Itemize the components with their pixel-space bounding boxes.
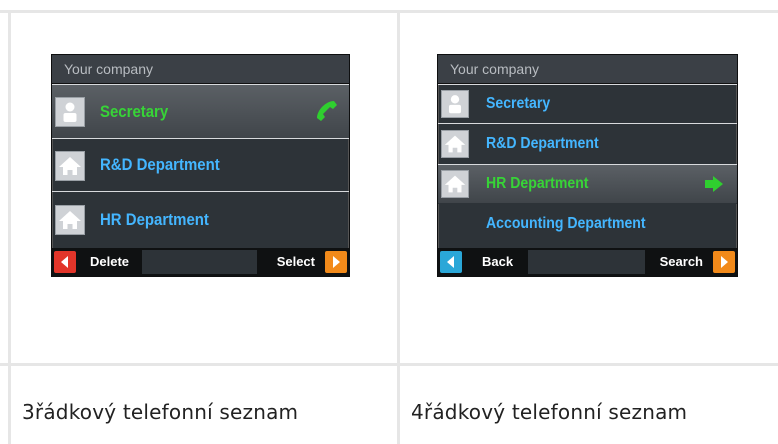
list-item-label: HR Department — [100, 209, 209, 229]
softkey-bar: Back Search — [438, 248, 737, 276]
list-item-label: R&D Department — [486, 135, 599, 152]
softkey-select[interactable]: Select — [277, 248, 315, 276]
list-item-label: R&D Department — [100, 155, 220, 174]
table-column-divider — [397, 10, 400, 444]
person-icon — [55, 97, 85, 127]
list-item-secretary[interactable]: Secretary — [52, 84, 349, 138]
phone-screen-4-line: Your company Secretary R&D Department HR… — [437, 54, 738, 277]
list-item-label: HR Department — [486, 175, 589, 192]
home-icon — [55, 151, 85, 181]
softkey-back[interactable]: Back — [482, 248, 513, 276]
caption-3-line-phonebook: 3řádkový telefonní seznam — [22, 400, 299, 424]
list-item-rd-department[interactable]: R&D Department — [52, 138, 349, 191]
caption-4-line-phonebook: 4řádkový telefonní seznam — [411, 400, 688, 424]
list-item-rd-department[interactable]: R&D Department — [438, 123, 737, 164]
table-border-left — [8, 10, 11, 444]
list-item-accounting-department[interactable]: Accounting Department — [438, 203, 737, 244]
list-item-secretary[interactable]: Secretary — [438, 84, 737, 123]
softkey-delete[interactable]: Delete — [90, 248, 129, 276]
table-row-divider — [0, 363, 778, 366]
screen-title: Your company — [52, 55, 349, 84]
list-item-hr-department[interactable]: HR Department — [52, 191, 349, 247]
softkey-bar-center — [142, 250, 257, 274]
softkey-bar: Delete Select — [52, 248, 349, 276]
list-item-label: Secretary — [100, 101, 169, 121]
list-item-label: Secretary — [486, 95, 551, 112]
list-item-label: Accounting Department — [486, 215, 646, 232]
right-arrow-icon[interactable] — [325, 251, 347, 273]
home-icon — [441, 130, 469, 158]
play-arrow-icon — [705, 174, 725, 194]
phone-call-icon — [313, 98, 339, 124]
left-arrow-icon[interactable] — [440, 251, 462, 273]
screen-title: Your company — [438, 55, 737, 84]
phone-screen-3-line: Your company Secretary R&D Department HR… — [51, 54, 350, 277]
softkey-search[interactable]: Search — [660, 248, 703, 276]
person-icon — [441, 90, 469, 118]
table-border-top — [0, 10, 778, 13]
right-arrow-icon[interactable] — [713, 251, 735, 273]
home-icon — [55, 205, 85, 235]
softkey-bar-center — [528, 250, 645, 274]
comparison-table: Your company Secretary R&D Department HR… — [0, 0, 778, 444]
left-arrow-icon[interactable] — [54, 251, 76, 273]
list-item-hr-department[interactable]: HR Department — [438, 164, 737, 203]
home-icon — [441, 170, 469, 198]
